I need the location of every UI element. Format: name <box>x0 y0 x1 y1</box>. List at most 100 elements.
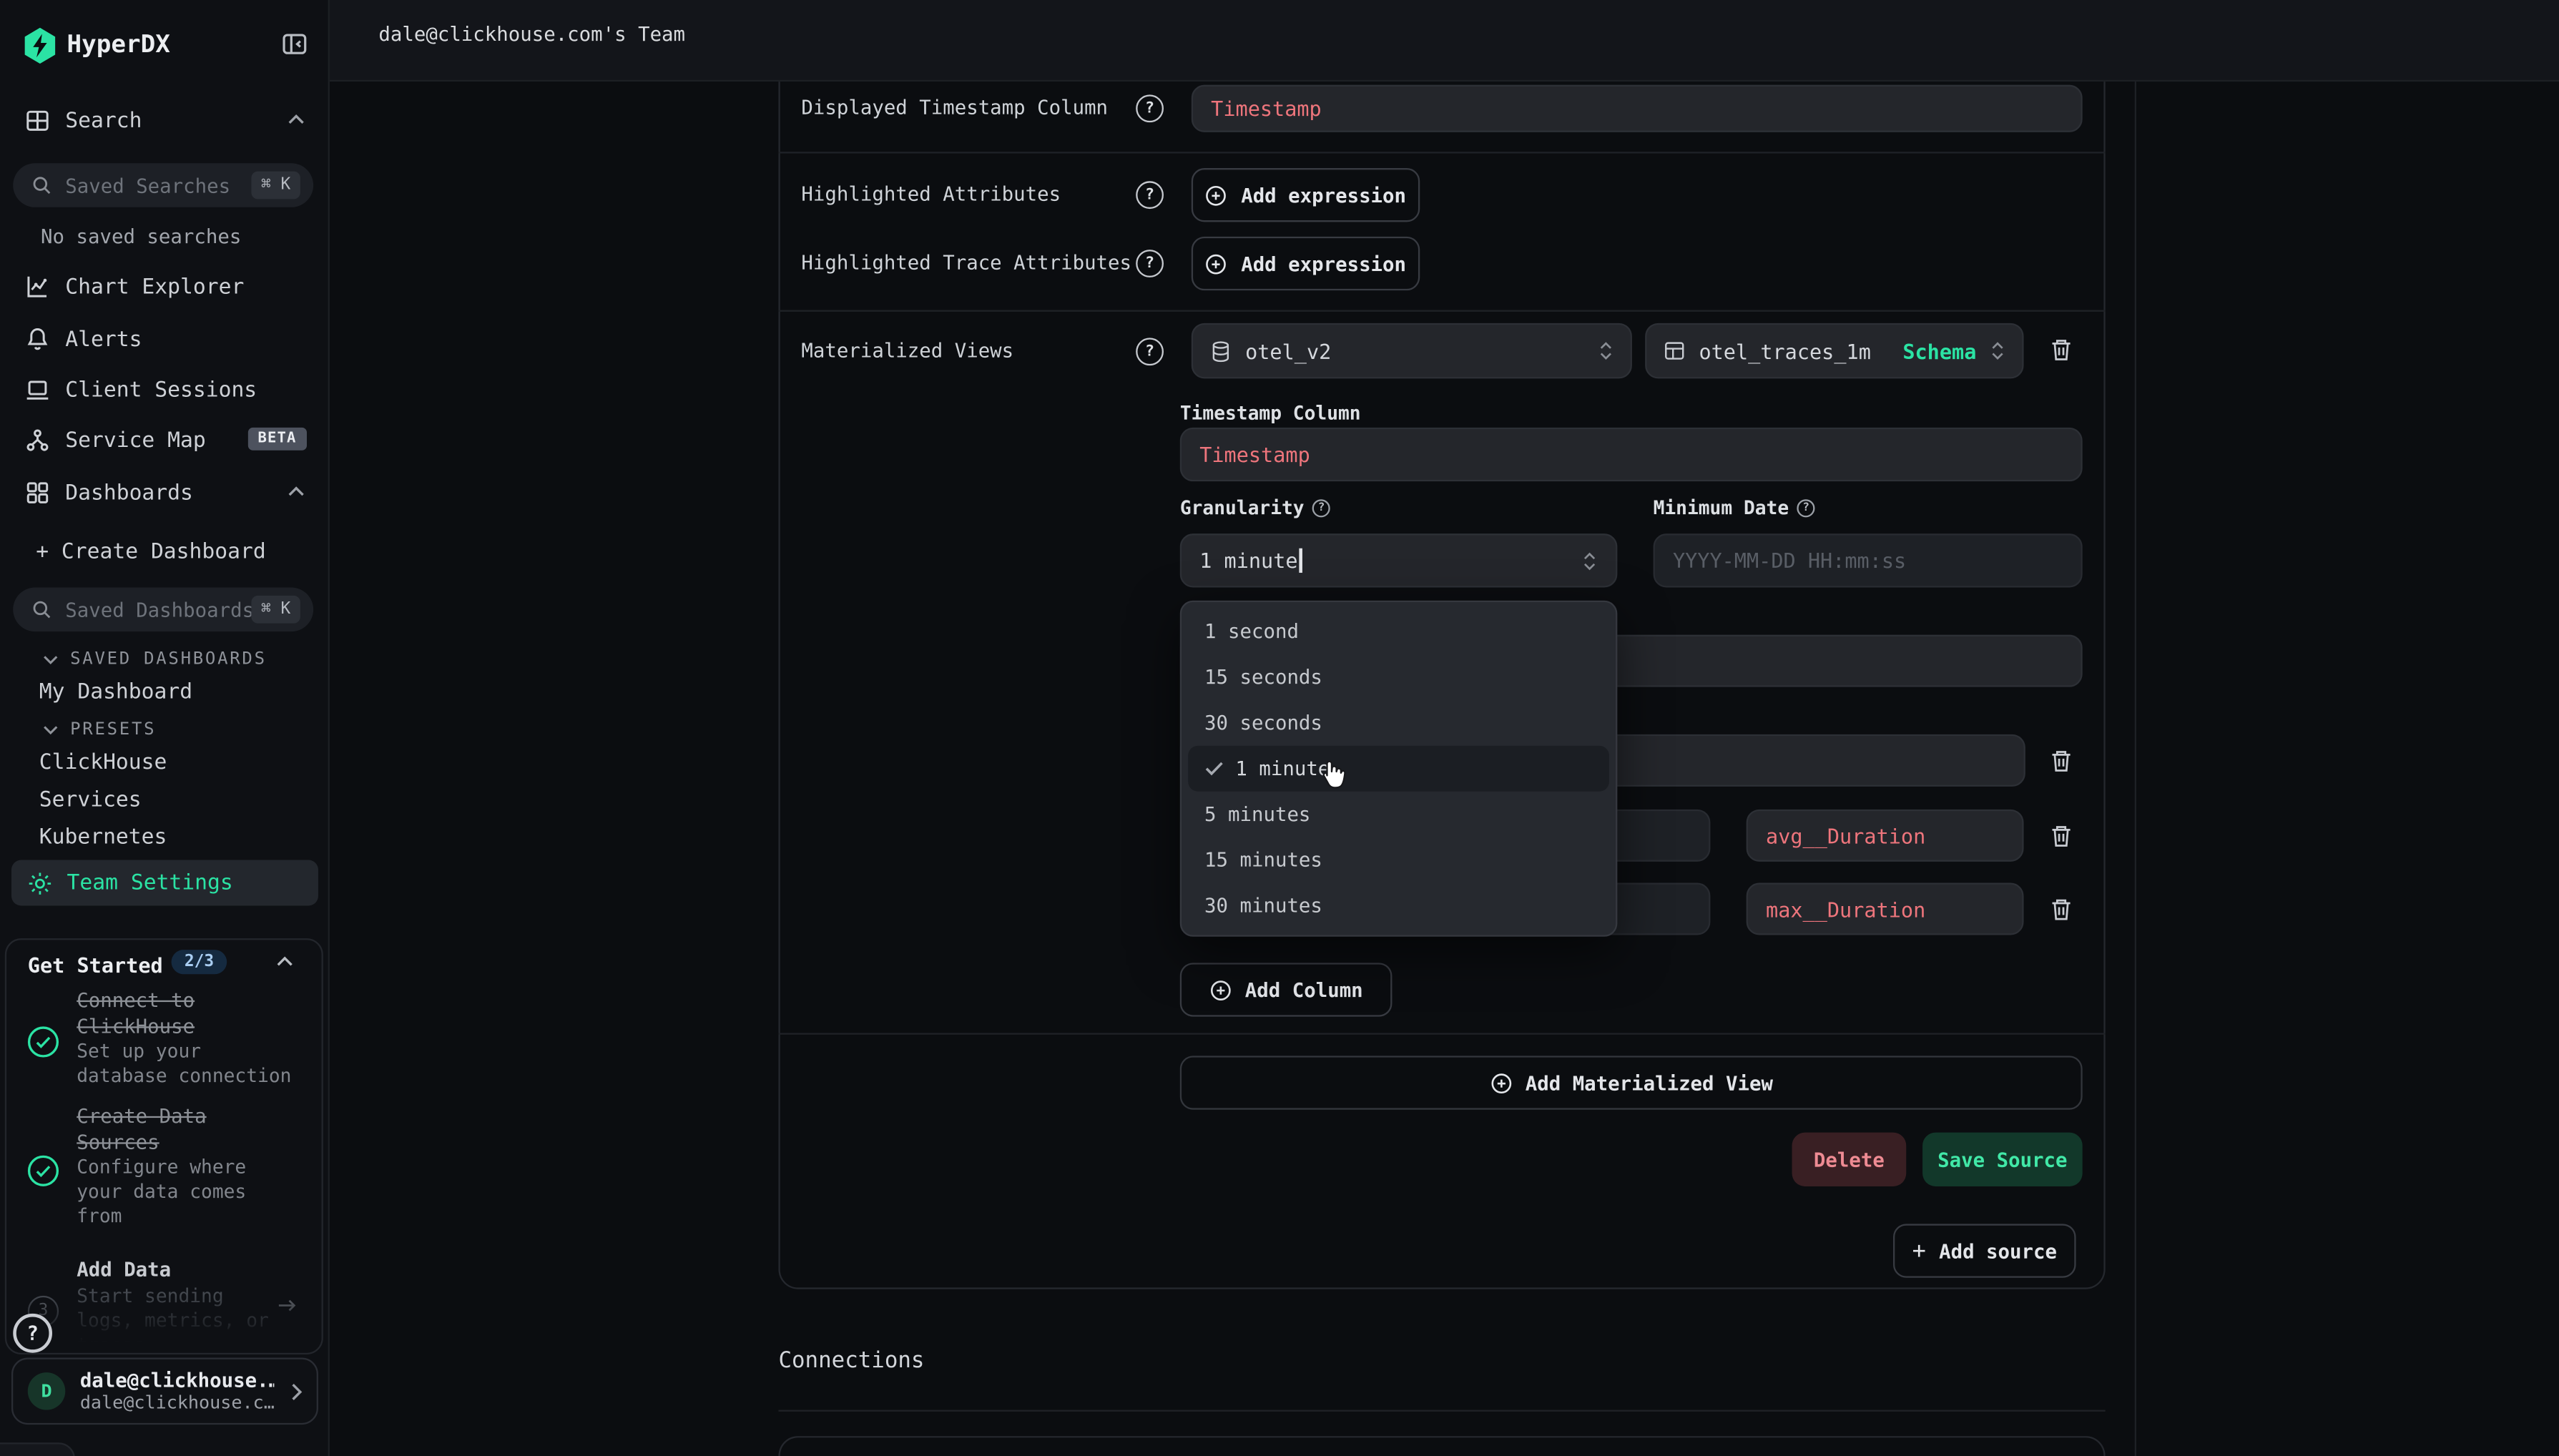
get-started-title: Get Started <box>28 953 163 978</box>
user-name: dale@clickhouse.… <box>80 1369 275 1392</box>
mv-table-select[interactable]: otel_traces_1m Schema <box>1645 323 2023 379</box>
user-email: dale@clickhouse.c… <box>80 1392 275 1413</box>
sidebar-item-services[interactable]: Services <box>39 788 142 812</box>
granularity-label: Granularity? <box>1180 496 1330 519</box>
circle-plus-icon <box>1205 252 1228 275</box>
help-button[interactable]: ? <box>13 1314 52 1353</box>
sidebar-item-label: Client Sessions <box>65 378 257 402</box>
timestamp-column-label: Timestamp Column <box>1180 401 1361 424</box>
sidebar-item-my-dashboard[interactable]: My Dashboard <box>39 681 192 705</box>
mv-timestamp-input[interactable]: Timestamp <box>1180 428 2083 481</box>
add-source-button[interactable]: + Add source <box>1893 1224 2076 1277</box>
schema-link[interactable]: Schema <box>1902 338 1976 363</box>
help-icon[interactable]: ? <box>1797 498 1815 516</box>
search-icon <box>31 599 52 620</box>
create-dashboard-button[interactable]: + Create Dashboard <box>36 540 265 564</box>
dropdown-option[interactable]: 5 minutes <box>1182 792 1616 837</box>
circle-plus-icon <box>1490 1071 1513 1094</box>
divider <box>778 310 2105 312</box>
delete-mv-icon[interactable] <box>2048 336 2075 364</box>
circle-plus-icon <box>1205 184 1228 207</box>
hyperdx-logo-icon[interactable] <box>23 28 57 64</box>
plus-icon: + <box>36 540 62 564</box>
minimum-date-label: Minimum Date? <box>1654 496 1815 519</box>
dropdown-option[interactable]: 15 minutes <box>1182 837 1616 883</box>
shortcut-badge: ⌘ K <box>251 172 300 200</box>
sidebar-item-label: Team Settings <box>67 870 233 895</box>
page-title: dale@clickhouse.com's Team <box>378 23 685 46</box>
sidebar-item-alerts[interactable]: Alerts <box>24 326 142 353</box>
circle-plus-icon <box>1209 978 1232 1001</box>
granularity-input[interactable]: 1 minute <box>1180 533 1618 587</box>
updown-icon <box>1598 340 1614 363</box>
help-icon[interactable]: ? <box>1136 338 1164 365</box>
topbar: dale@clickhouse.com's Team <box>330 0 2559 82</box>
help-icon[interactable]: ? <box>1136 250 1164 277</box>
mouse-cursor <box>1315 759 1346 795</box>
chevron-up-icon[interactable] <box>276 955 294 968</box>
dropdown-option[interactable]: 30 seconds <box>1182 700 1616 746</box>
divider <box>778 1410 2105 1412</box>
saved-dashboards-input[interactable]: Saved Dashboards ⌘ K <box>13 587 313 631</box>
delete-column-icon[interactable] <box>2048 896 2075 924</box>
grid-icon <box>24 480 51 506</box>
help-icon[interactable]: ? <box>1136 181 1164 209</box>
delete-source-button[interactable]: Delete <box>1792 1133 1907 1186</box>
get-started-progress-badge: 2/3 <box>172 950 227 974</box>
minimum-date-input[interactable]: YYYY-MM-DD HH:mm:ss <box>1654 533 2083 587</box>
dropdown-option[interactable]: 30 minutes <box>1182 883 1616 929</box>
add-column-button[interactable]: Add Column <box>1180 963 1393 1016</box>
help-icon[interactable]: ? <box>1136 94 1164 122</box>
sidebar-item-service-map[interactable]: Service Map <box>24 428 206 454</box>
dropdown-option[interactable]: 15 seconds <box>1182 654 1616 700</box>
add-expression-button[interactable]: Add expression <box>1192 237 1420 290</box>
settings-content: Displayed Timestamp Column ? Timestamp H… <box>330 82 2136 1456</box>
check-icon <box>1204 760 1224 777</box>
group-saved-dashboards[interactable]: SAVED DASHBOARDS <box>42 649 266 669</box>
delete-column-icon[interactable] <box>2048 822 2075 850</box>
corner-popover-edge <box>0 1442 75 1456</box>
group-presets[interactable]: PRESETS <box>42 719 156 739</box>
sidebar-item-clickhouse[interactable]: ClickHouse <box>39 751 167 775</box>
dropdown-option[interactable]: 1 second <box>1182 609 1616 654</box>
sidebar-item-client-sessions[interactable]: Client Sessions <box>24 377 257 403</box>
delete-column-icon[interactable] <box>2048 747 2075 775</box>
no-saved-searches-text: No saved searches <box>41 225 241 248</box>
displayed-timestamp-input[interactable]: Timestamp <box>1192 85 2083 132</box>
chart-icon <box>24 274 51 300</box>
help-icon[interactable]: ? <box>1312 498 1330 516</box>
mv-column-alias-input[interactable]: avg__Duration <box>1747 810 2024 862</box>
add-materialized-view-button[interactable]: Add Materialized View <box>1180 1056 2083 1109</box>
highlighted-attributes-label: Highlighted Attributes <box>801 183 1061 206</box>
save-source-button[interactable]: Save Source <box>1922 1133 2083 1186</box>
card-bottom-fade <box>6 1284 321 1353</box>
step-done-icon <box>26 1154 61 1188</box>
table-icon <box>1663 340 1686 363</box>
add-expression-button[interactable]: Add expression <box>1192 168 1420 222</box>
gear-icon <box>28 870 52 895</box>
step-done-icon <box>26 1025 61 1059</box>
sidebar-item-search[interactable]: Search <box>24 108 142 134</box>
sidebar-item-chart-explorer[interactable]: Chart Explorer <box>24 274 244 300</box>
laptop-icon <box>24 377 51 403</box>
mv-database-select[interactable]: otel_v2 <box>1192 323 1632 379</box>
get-started-step[interactable]: Connect to ClickHouse Set up your databa… <box>77 989 291 1088</box>
sidebar-item-dashboards[interactable]: Dashboards <box>24 480 193 506</box>
sidebar-item-kubernetes[interactable]: Kubernetes <box>39 826 167 850</box>
text-caret <box>1300 549 1302 573</box>
chevron-up-icon[interactable] <box>288 485 305 498</box>
user-menu[interactable]: D dale@clickhouse.… dale@clickhouse.c… <box>11 1358 318 1425</box>
saved-searches-input[interactable]: Saved Searches ⌘ K <box>13 163 313 207</box>
service-map-icon <box>24 428 51 454</box>
dropdown-option-selected[interactable]: 1 minute <box>1188 746 1609 792</box>
get-started-step[interactable]: Create Data Sources Configure where your… <box>77 1105 246 1229</box>
sidebar-collapse-icon[interactable] <box>280 31 308 57</box>
saved-dashboards-placeholder: Saved Dashboards <box>65 598 251 621</box>
sidebar-item-team-settings[interactable]: Team Settings <box>11 860 318 906</box>
divider <box>778 152 2105 153</box>
chevron-up-icon[interactable] <box>288 112 305 125</box>
mv-column-alias-input[interactable]: max__Duration <box>1747 883 2024 935</box>
highlighted-trace-attributes-label: Highlighted Trace Attributes <box>801 251 1131 274</box>
chevron-down-icon <box>42 654 59 665</box>
chevron-down-icon <box>42 724 59 735</box>
